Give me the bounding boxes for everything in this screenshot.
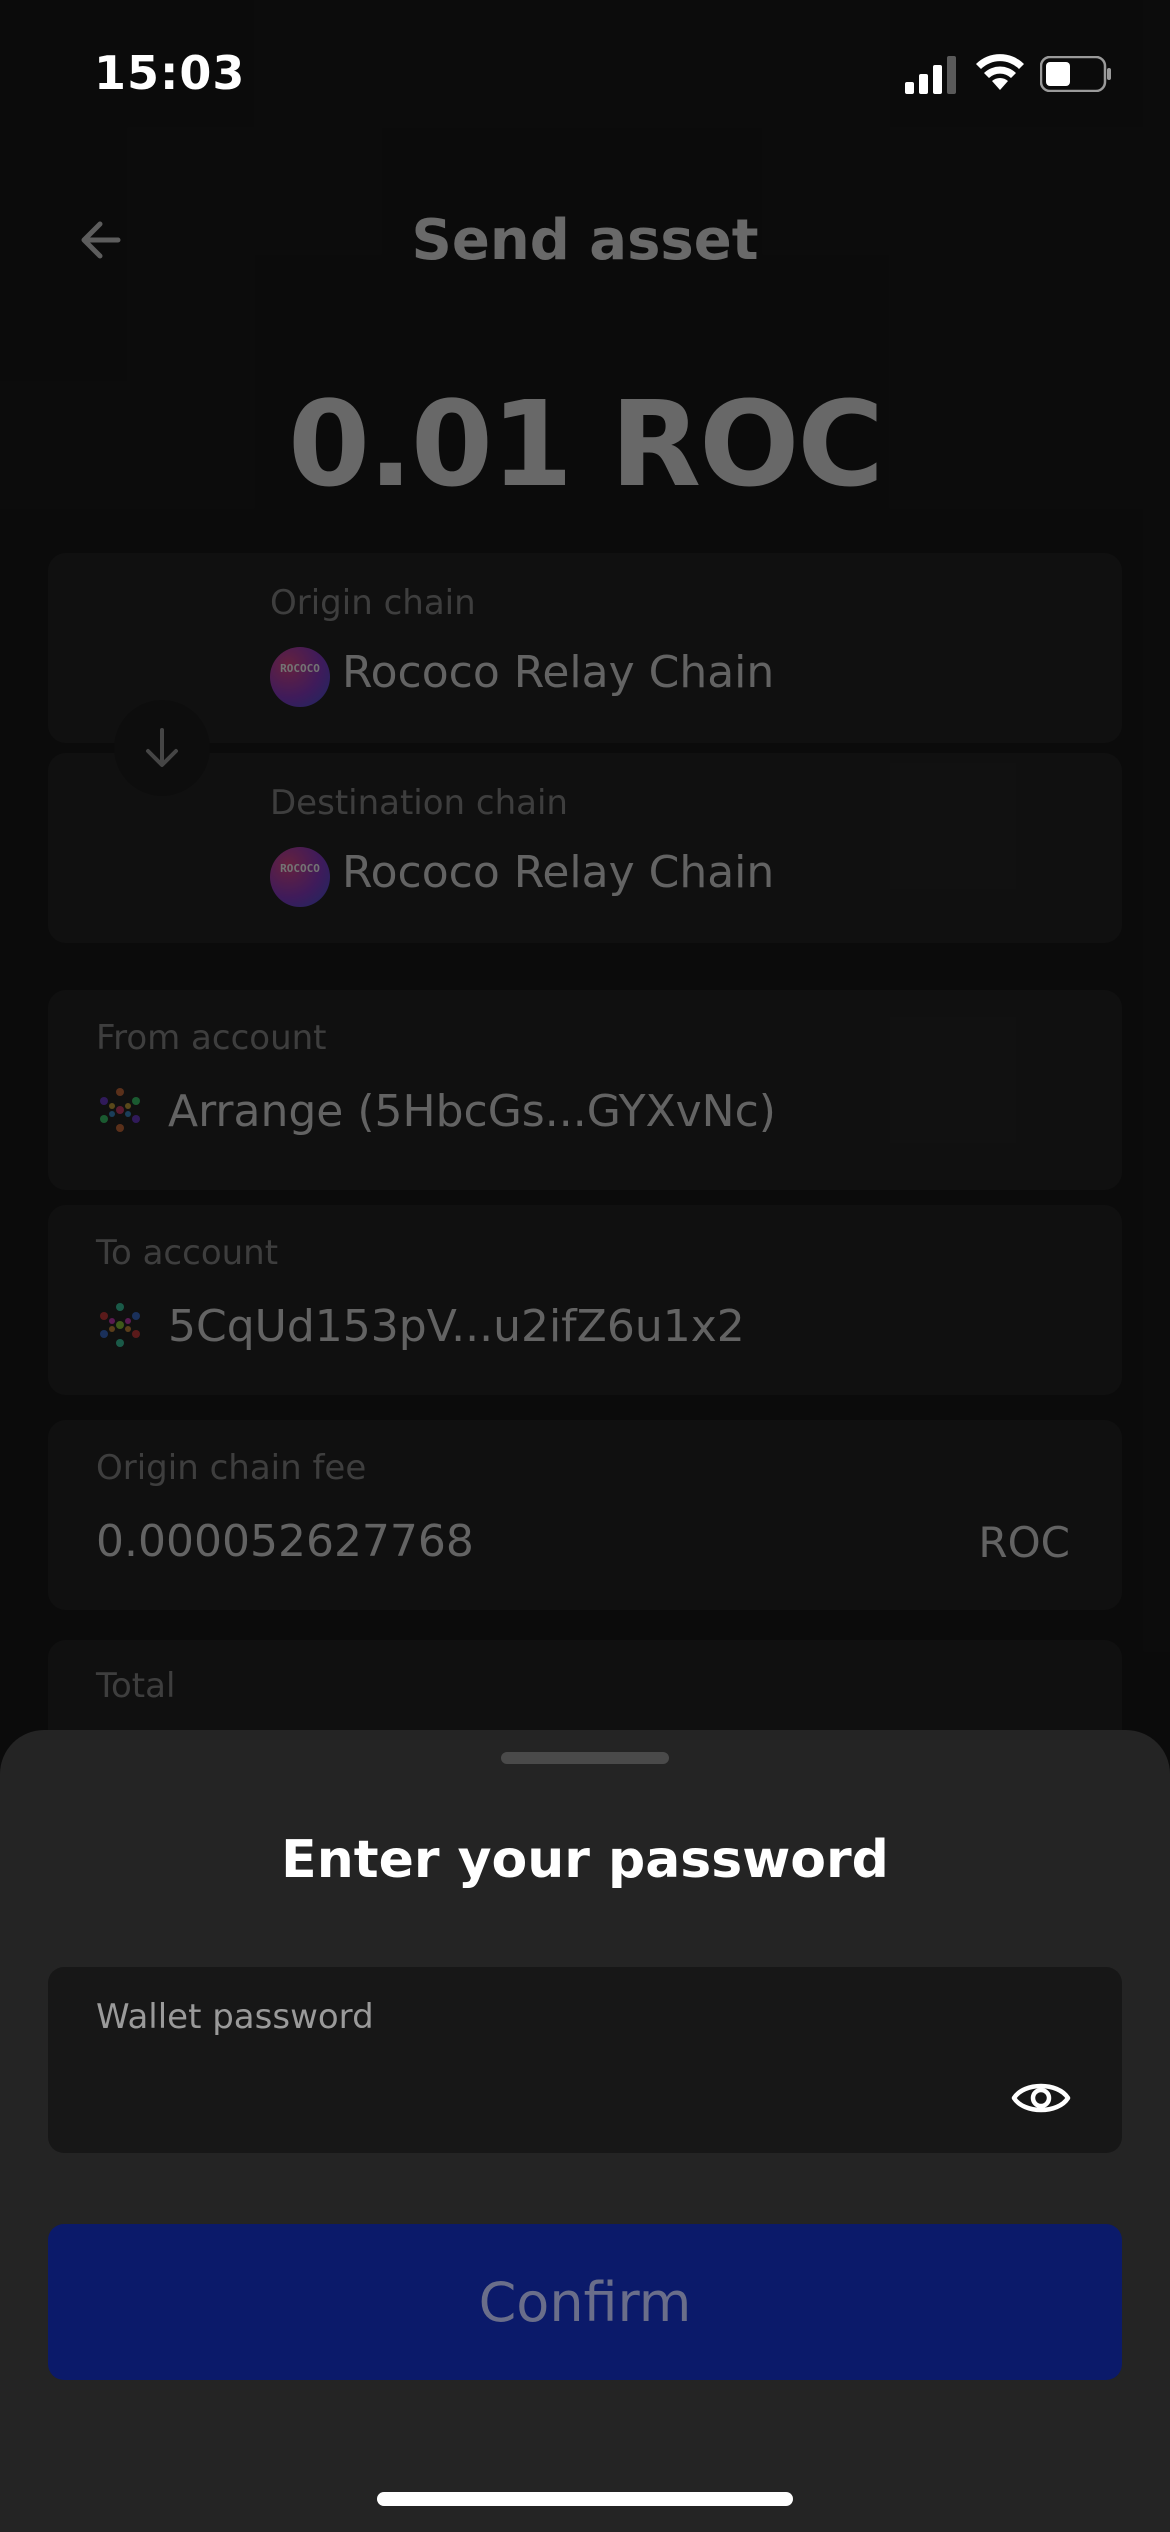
total-label: Total <box>96 1666 176 1706</box>
battery-icon <box>1040 56 1111 92</box>
to-account-card[interactable]: To account 5CqUd153pV...u2ifZ6u1x2 <box>48 1205 1122 1395</box>
destination-chain-value: Rococo Relay Chain <box>342 847 775 898</box>
sheet-title: Enter your password <box>281 1830 889 1890</box>
confirm-button[interactable]: Confirm <box>48 2224 1122 2380</box>
origin-fee-value: 0.000052627768 <box>96 1516 474 1567</box>
home-indicator <box>377 2492 793 2506</box>
status-bar: 15:03 <box>0 0 1170 150</box>
from-account-card[interactable]: From account Arrange (5HbcGs...GYXvNc) <box>48 990 1122 1190</box>
wallet-password-input[interactable] <box>96 2062 976 2122</box>
wallet-password-field[interactable]: Wallet password <box>48 1967 1122 2153</box>
wallet-password-label: Wallet password <box>96 1997 374 2037</box>
from-account-value: Arrange (5HbcGs...GYXvNc) <box>168 1086 776 1137</box>
origin-fee-card: Origin chain fee 0.000052627768 ROC <box>48 1420 1122 1610</box>
to-account-value: 5CqUd153pV...u2ifZ6u1x2 <box>168 1301 745 1352</box>
to-account-label: To account <box>96 1233 279 1273</box>
rococo-chain-icon: ROCOCO <box>270 647 330 707</box>
cellular-signal-icon <box>905 56 956 94</box>
origin-chain-value: Rococo Relay Chain <box>342 647 775 698</box>
show-password-eye-icon[interactable] <box>1010 2067 1072 2129</box>
nav-bar: Send asset <box>0 180 1170 300</box>
origin-fee-label: Origin chain fee <box>96 1448 367 1488</box>
from-account-label: From account <box>96 1018 327 1058</box>
destination-chain-label: Destination chain <box>270 783 568 823</box>
wifi-icon <box>976 54 1024 90</box>
rococo-chain-icon: ROCOCO <box>270 847 330 907</box>
arrow-down-icon <box>146 728 178 767</box>
account-identicon-icon <box>100 1303 140 1347</box>
send-amount: 0.01 ROC <box>288 375 884 513</box>
origin-chain-label: Origin chain <box>270 583 476 623</box>
account-identicon-icon <box>100 1088 140 1132</box>
swap-direction-button[interactable] <box>114 700 210 796</box>
password-bottom-sheet: Enter your password Wallet password Conf… <box>0 1730 1170 2532</box>
status-time: 15:03 <box>94 46 246 100</box>
page-title: Send asset <box>411 208 759 273</box>
origin-fee-unit: ROC <box>978 1518 1070 1567</box>
sheet-grabber[interactable] <box>501 1752 669 1764</box>
